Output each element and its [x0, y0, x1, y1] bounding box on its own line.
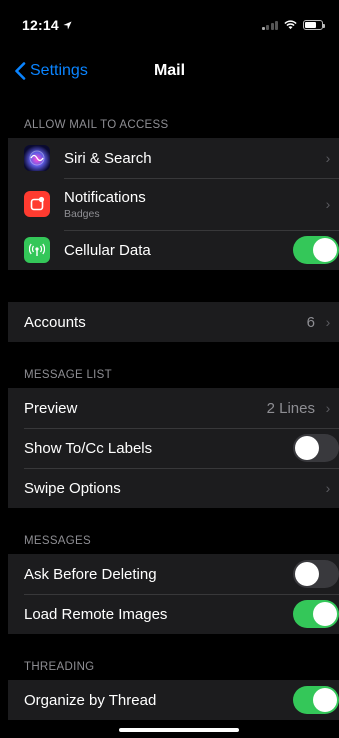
group-message-list: Preview 2 Lines › Show To/Cc Labels Swip…	[8, 388, 339, 508]
location-arrow-icon	[63, 20, 72, 30]
organize-by-thread-row: Organize by Thread	[8, 680, 339, 720]
siri-search-label: Siri & Search	[64, 149, 152, 167]
accounts-count: 6	[306, 313, 315, 331]
organize-by-thread-toggle[interactable]	[293, 686, 339, 714]
cellular-antenna-icon	[24, 237, 50, 263]
section-header-messages: MESSAGES	[24, 535, 91, 547]
group-accounts: Accounts 6 ›	[8, 302, 339, 342]
cellular-signal-icon	[261, 20, 278, 30]
load-remote-images-label: Load Remote Images	[24, 605, 168, 623]
navigation-bar: Settings Mail	[0, 50, 339, 92]
group-messages: Ask Before Deleting Load Remote Images	[8, 554, 339, 634]
cellular-data-row: Cellular Data	[8, 230, 339, 270]
accounts-label: Accounts	[24, 313, 86, 331]
show-tocc-row: Show To/Cc Labels	[8, 428, 339, 468]
battery-icon	[303, 20, 325, 30]
preview-label: Preview	[24, 399, 78, 417]
siri-icon	[24, 145, 50, 171]
clock-time: 12:14	[22, 17, 59, 33]
group-threading: Organize by Thread	[8, 680, 339, 720]
preview-row[interactable]: Preview 2 Lines ›	[8, 388, 339, 428]
wifi-icon	[284, 20, 297, 30]
load-remote-images-row: Load Remote Images	[8, 594, 339, 634]
load-remote-images-toggle[interactable]	[293, 600, 339, 628]
chevron-right-icon: ›	[325, 314, 331, 330]
notifications-sublabel: Badges	[64, 207, 100, 220]
organize-by-thread-label: Organize by Thread	[24, 691, 157, 709]
section-header-threading: THREADING	[24, 661, 95, 673]
back-button-label: Settings	[30, 62, 88, 79]
home-indicator[interactable]	[119, 728, 239, 732]
chevron-left-icon	[15, 62, 26, 80]
notifications-label: Notifications	[64, 188, 146, 206]
section-header-message-list: MESSAGE LIST	[24, 369, 112, 381]
settings-list[interactable]: ALLOW MAIL TO ACCESS Siri & Search › Not…	[8, 92, 339, 738]
chevron-right-icon: ›	[325, 196, 331, 212]
chevron-right-icon: ›	[325, 480, 331, 496]
group-allow-access: Siri & Search › Notifications Badges › C…	[8, 138, 339, 270]
swipe-options-row[interactable]: Swipe Options ›	[8, 468, 339, 508]
status-bar: 12:14	[0, 0, 339, 50]
status-time: 12:14	[22, 17, 72, 33]
chevron-right-icon: ›	[325, 400, 331, 416]
siri-search-row[interactable]: Siri & Search ›	[8, 138, 339, 178]
show-tocc-label: Show To/Cc Labels	[24, 439, 153, 457]
ask-before-deleting-label: Ask Before Deleting	[24, 565, 157, 583]
accounts-row[interactable]: Accounts 6 ›	[8, 302, 339, 342]
cellular-data-toggle[interactable]	[293, 236, 339, 264]
status-indicators	[261, 20, 325, 30]
ask-before-deleting-row: Ask Before Deleting	[8, 554, 339, 594]
cellular-data-label: Cellular Data	[64, 241, 151, 259]
back-button[interactable]: Settings	[14, 62, 88, 80]
notifications-icon	[24, 191, 50, 217]
swipe-options-label: Swipe Options	[24, 479, 121, 497]
section-header-allow-access: ALLOW MAIL TO ACCESS	[24, 119, 169, 131]
preview-value: 2 Lines	[266, 399, 315, 417]
show-tocc-toggle[interactable]	[293, 434, 339, 462]
chevron-right-icon: ›	[325, 150, 331, 166]
notifications-row[interactable]: Notifications Badges ›	[8, 178, 339, 230]
ask-before-deleting-toggle[interactable]	[293, 560, 339, 588]
